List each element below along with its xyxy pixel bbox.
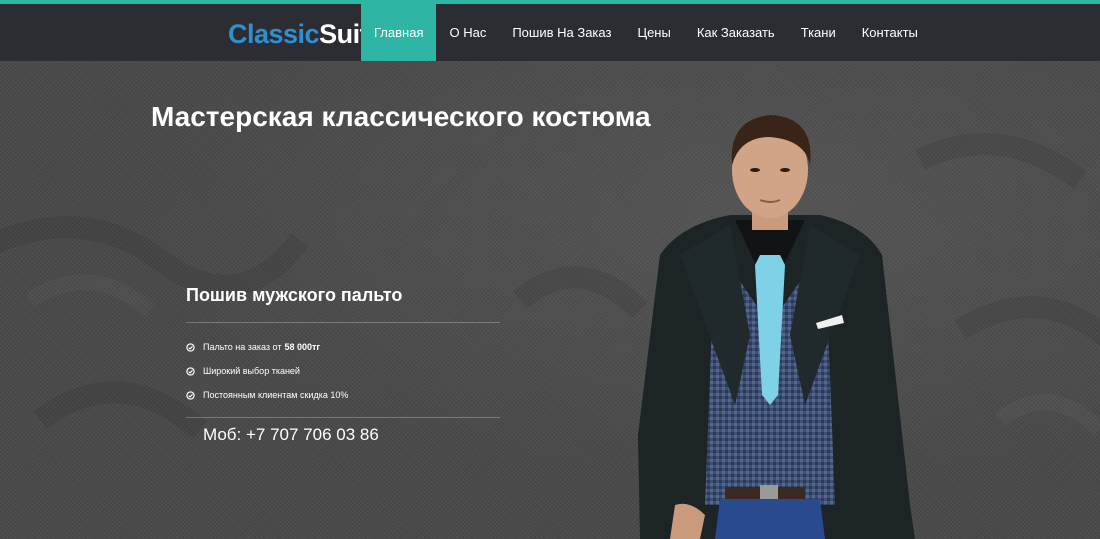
phone-number: Моб: +7 707 706 03 86	[203, 425, 379, 444]
nav-item-prices[interactable]: Цены	[624, 4, 683, 61]
offer-item-text: Пальто на заказ от	[203, 342, 282, 352]
offer-title: Пошив мужского пальто	[186, 283, 500, 323]
check-circle-icon	[186, 390, 195, 400]
nav-item-custom-tailoring[interactable]: Пошив На Заказ	[499, 4, 624, 61]
model-photo	[638, 115, 915, 539]
offer-item-price: 58 000тг	[284, 342, 321, 352]
list-item: Широкий выбор тканей	[186, 359, 500, 383]
offer-list: Пальто на заказ от 58 000тг Широкий выбо…	[186, 323, 500, 418]
header: ClassicSuit Главная О Нас Пошив На Заказ…	[0, 4, 1100, 61]
logo[interactable]: ClassicSuit	[228, 19, 369, 49]
nav-item-how-to-order[interactable]: Как Заказать	[684, 4, 788, 61]
hero-title: Мастерская классического костюма	[151, 101, 651, 132]
background-pattern	[0, 133, 1100, 439]
nav-item-home[interactable]: Главная	[361, 4, 437, 61]
offer-block: Пошив мужского пальто Пальто на заказ от…	[186, 283, 500, 446]
offer-item-text: Постоянным клиентам скидка 10%	[203, 390, 349, 400]
list-item: Постоянным клиентам скидка 10%	[186, 383, 500, 407]
page: ClassicSuit Главная О Нас Пошив На Заказ…	[0, 0, 1100, 539]
nav-item-about[interactable]: О Нас	[436, 4, 499, 61]
nav-item-fabrics[interactable]: Ткани	[788, 4, 849, 61]
offer-item-text: Широкий выбор тканей	[203, 366, 300, 376]
check-circle-icon	[186, 366, 195, 376]
logo-part-classic: Classic	[228, 19, 320, 49]
check-circle-icon	[186, 342, 195, 352]
list-item: Пальто на заказ от 58 000тг	[186, 335, 500, 359]
main-nav: Главная О Нас Пошив На Заказ Цены Как За…	[361, 4, 931, 61]
nav-item-contacts[interactable]: Контакты	[849, 4, 931, 61]
